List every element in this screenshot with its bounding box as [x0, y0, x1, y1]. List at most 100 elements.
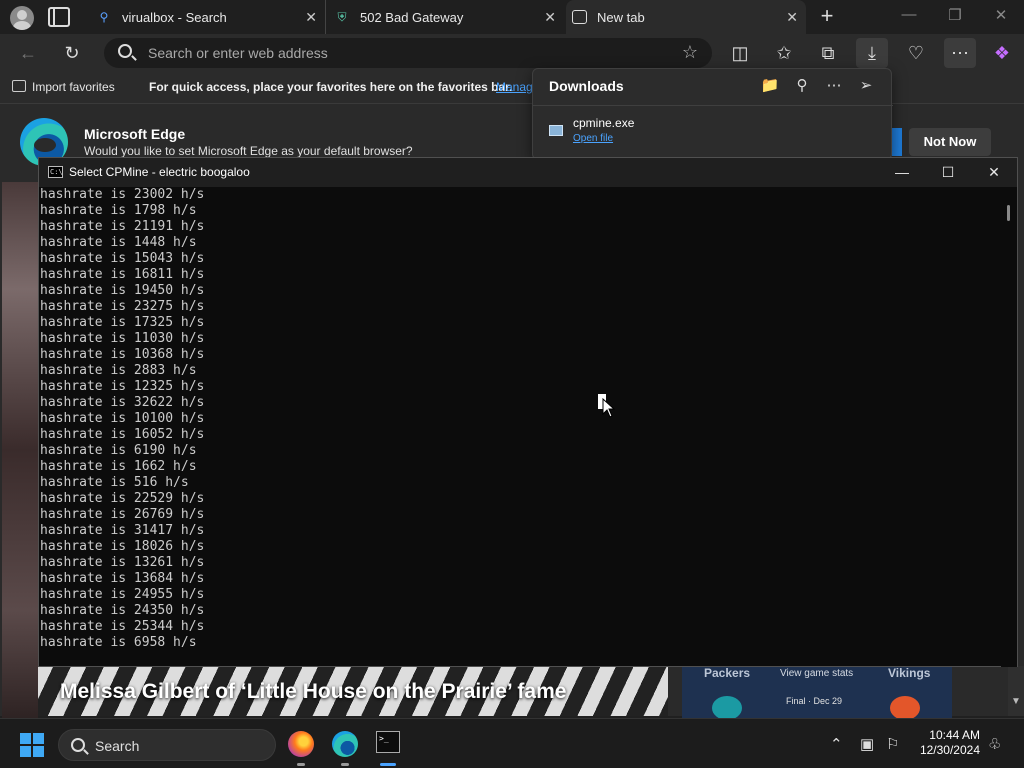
search-icon	[71, 738, 85, 752]
vpn-shield-icon: ⛨	[337, 9, 347, 24]
console-title: Select CPMine - electric boogaloo	[69, 165, 250, 179]
close-icon[interactable]: ✕	[544, 9, 556, 26]
network-icon[interactable]: ⚐	[886, 735, 899, 753]
news-image[interactable]	[2, 182, 38, 718]
console-line: hashrate is 31417 h/s	[40, 523, 205, 538]
firefox-icon[interactable]	[288, 731, 314, 757]
scrollbar-thumb[interactable]	[1007, 205, 1010, 221]
sports-score-card[interactable]: Packers View game stats Vikings Final · …	[682, 666, 952, 720]
clock-date: 12/30/2024	[919, 743, 980, 757]
tab-new-tab[interactable]: New tab ✕	[566, 0, 806, 34]
console-line: hashrate is 22529 h/s	[40, 491, 205, 506]
console-line: hashrate is 2883 h/s	[40, 363, 197, 378]
search-icon: ⚲	[99, 10, 109, 24]
tab-actions-icon[interactable]	[48, 7, 70, 27]
downloads-icon[interactable]: ⤓	[856, 38, 888, 68]
navigation-bar: ← ↻ Search or enter web address ☆ ◫ ✩ ⧉ …	[0, 34, 1024, 72]
taskbar-search-label: Search	[95, 738, 140, 754]
address-placeholder: Search or enter web address	[148, 45, 328, 61]
tab-bad-gateway[interactable]: ⛨ 502 Bad Gateway ✕	[328, 0, 564, 34]
console-line: hashrate is 6958 h/s	[40, 635, 197, 650]
search-icon[interactable]: ⚲	[791, 75, 813, 97]
import-icon	[12, 80, 26, 92]
address-bar[interactable]: Search or enter web address ☆	[104, 38, 712, 68]
page-scrollbar[interactable]: ▼	[1008, 666, 1024, 716]
start-button[interactable]	[20, 733, 44, 757]
console-title-bar[interactable]: C:\ Select CPMine - electric boogaloo — …	[39, 158, 1017, 187]
clock[interactable]: 10:44 AM 12/30/2024	[910, 728, 980, 758]
maximize-icon[interactable]: ☐	[933, 162, 963, 182]
close-icon[interactable]: ✕	[305, 9, 317, 26]
import-favorites-label: Import favorites	[32, 80, 115, 94]
more-options-icon[interactable]: ⋯	[823, 75, 845, 97]
banner-subtitle: Would you like to set Microsoft Edge as …	[84, 144, 413, 158]
close-window-icon[interactable]: ✕	[986, 6, 1016, 24]
news-headline[interactable]: Melissa Gilbert of ‘Little House on the …	[60, 680, 566, 704]
console-line: hashrate is 17325 h/s	[40, 315, 205, 330]
new-tab-icon	[572, 10, 587, 24]
close-icon[interactable]: ✕	[979, 162, 1009, 182]
pin-icon[interactable]: ➢	[855, 75, 877, 97]
console-window[interactable]: C:\ Select CPMine - electric boogaloo — …	[38, 157, 1018, 667]
more-options-icon[interactable]: ⋯	[944, 38, 976, 68]
copilot-icon[interactable]: ❖	[990, 42, 1014, 64]
console-output[interactable]: hashrate is 23002 h/s hashrate is 1798 h/…	[39, 187, 1001, 667]
console-line: hashrate is 23275 h/s	[40, 299, 205, 314]
display-icon[interactable]: ▣	[860, 735, 874, 753]
console-line: hashrate is 25344 h/s	[40, 619, 205, 634]
mouse-cursor-icon	[598, 394, 616, 418]
collections-icon[interactable]: ⧉	[816, 42, 840, 64]
console-scrollbar[interactable]	[1001, 187, 1017, 667]
download-file-name[interactable]: cpmine.exe	[573, 116, 634, 130]
restore-icon[interactable]: ❐	[940, 6, 970, 24]
chevron-up-icon[interactable]: ⌃	[830, 735, 843, 753]
executable-file-icon	[549, 125, 563, 136]
refresh-icon[interactable]: ↻	[60, 42, 84, 64]
manage-favorites-link[interactable]: Manag	[496, 80, 533, 94]
search-icon	[118, 44, 132, 58]
close-icon[interactable]: ✕	[786, 9, 798, 26]
set-default-button[interactable]	[892, 128, 902, 156]
browser-essentials-icon[interactable]: ♡	[904, 42, 928, 64]
favorite-star-icon[interactable]: ☆	[682, 42, 698, 63]
notification-bell-icon[interactable]: ♧	[988, 735, 1001, 753]
back-icon[interactable]: ←	[16, 42, 40, 64]
dolphins-logo-icon	[712, 696, 742, 720]
console-line: hashrate is 11030 h/s	[40, 331, 205, 346]
open-folder-icon[interactable]: 📁	[759, 75, 781, 97]
console-line: hashrate is 13684 h/s	[40, 571, 205, 586]
command-prompt-icon[interactable]: >_	[376, 731, 400, 753]
tab-label: 502 Bad Gateway	[360, 9, 464, 25]
taskbar-search[interactable]: Search	[58, 729, 276, 761]
import-favorites-button[interactable]: Import favorites	[12, 80, 115, 94]
favorites-icon[interactable]: ✩	[772, 42, 796, 64]
minimize-icon[interactable]: —	[887, 162, 917, 182]
open-file-link[interactable]: Open file	[573, 133, 613, 144]
console-line: hashrate is 16052 h/s	[40, 427, 205, 442]
not-now-button[interactable]: Not Now	[909, 128, 991, 156]
console-line: hashrate is 1798 h/s	[40, 203, 197, 218]
profile-avatar[interactable]	[10, 6, 34, 30]
console-line: hashrate is 26769 h/s	[40, 507, 205, 522]
console-line: hashrate is 32622 h/s	[40, 395, 205, 410]
downloads-title: Downloads	[549, 78, 624, 94]
new-tab-button[interactable]: +	[814, 5, 840, 27]
game-final-label: Final · Dec 29	[786, 696, 843, 706]
console-line: hashrate is 15043 h/s	[40, 251, 205, 266]
console-line: hashrate is 12325 h/s	[40, 379, 205, 394]
console-line: hashrate is 21191 h/s	[40, 219, 205, 234]
split-screen-icon[interactable]: ◫	[728, 42, 752, 64]
minimize-icon[interactable]: —	[894, 6, 924, 23]
edge-icon[interactable]	[332, 731, 358, 757]
app-indicator	[341, 763, 349, 766]
tab-search[interactable]: ⚲ virualbox - Search ✕	[88, 0, 326, 34]
scroll-down-icon[interactable]: ▼	[1011, 696, 1021, 707]
downloads-panel: Downloads 📁 ⚲ ⋯ ➢ cpmine.exe Open file	[532, 68, 893, 160]
clock-time: 10:44 AM	[929, 728, 980, 742]
console-line: hashrate is 23002 h/s	[40, 187, 205, 202]
console-line: hashrate is 24955 h/s	[40, 587, 205, 602]
console-line: hashrate is 16811 h/s	[40, 267, 205, 282]
console-line: hashrate is 10100 h/s	[40, 411, 205, 426]
view-game-stats-link[interactable]: View game stats	[780, 668, 853, 679]
taskbar: Search >_ ⌃ ▣ ⚐ 10:44 AM 12/30/2024 ♧	[0, 718, 1024, 768]
